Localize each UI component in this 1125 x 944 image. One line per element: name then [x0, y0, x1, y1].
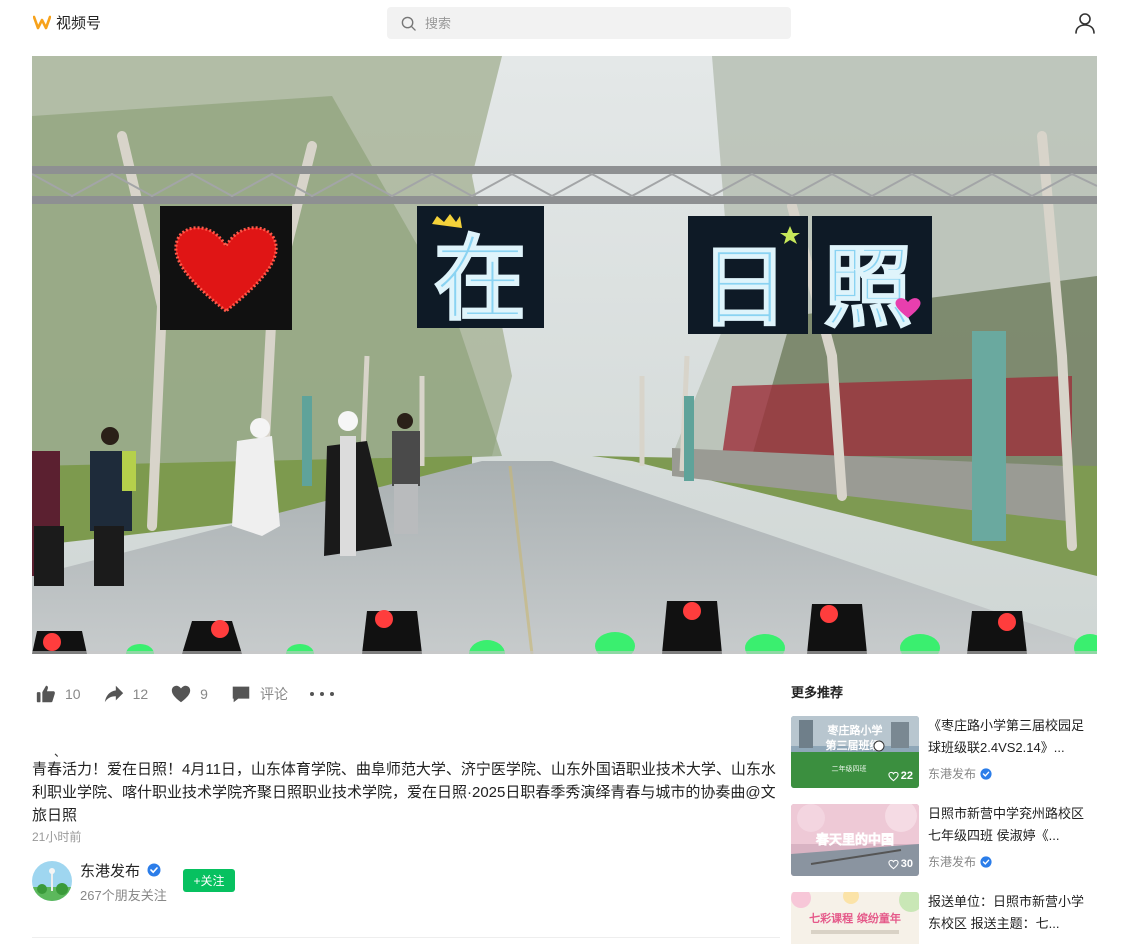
recommend-item-title: 《枣庄路小学第三届校园足球班级联2.4VS2.14》... [928, 718, 1085, 755]
search-icon [401, 16, 416, 31]
action-bar: 10 12 9 评论 [35, 680, 334, 708]
thumbs-up-icon [36, 685, 55, 703]
like-count: 10 [65, 686, 81, 702]
post-time: 21小时前 [32, 830, 82, 844]
recommend-item-title: 日照市新营中学兖州路校区七年级四班 侯淑婷《... [928, 806, 1085, 843]
thumbnail-caption: 二年级四班 [832, 764, 867, 773]
verified-badge-icon [980, 855, 992, 868]
heart-icon [171, 685, 191, 703]
recommend-thumbnail: 七彩课程 缤纷童年 [791, 892, 919, 944]
favorite-count: 9 [200, 686, 208, 702]
avatar[interactable] [32, 861, 72, 901]
thumbnail-text: 春天里的中国 [815, 832, 894, 848]
recommend-item[interactable]: 枣庄路小学 第三届班级 二年级四班 22 《枣庄路小学第三届校园足球班级联2.4… [791, 716, 1097, 788]
recommend-item-title: 报送单位：日照市新营小学东校区 报送主题：七... [928, 894, 1085, 931]
comment-button[interactable]: 评论 [230, 683, 288, 705]
recommend-item[interactable]: 春天里的中国 30 日照市新营中学兖州路校区七年级四班 侯淑婷《... 东港发布 [791, 804, 1097, 876]
recommend-item-author: 东港发布 [928, 765, 992, 782]
top-bar: 视频号 [0, 0, 1125, 46]
channels-logo-icon [33, 15, 51, 29]
dot-icon [329, 692, 334, 696]
thumbnail-like-count: 22 [900, 770, 913, 782]
video-progress-bar[interactable] [32, 651, 1097, 654]
recommend-author-name: 东港发布 [928, 855, 977, 869]
banner-char-1: 在 [434, 226, 526, 333]
user-profile-icon[interactable] [1073, 11, 1097, 35]
video-frame: 在 日 照 [32, 56, 1097, 654]
favorite-button[interactable]: 9 [170, 683, 208, 705]
share-button[interactable]: 12 [103, 683, 149, 705]
follow-button[interactable]: +关注 [183, 869, 235, 892]
recommend-author-name: 东港发布 [928, 767, 977, 781]
video-player[interactable]: 在 日 照 [32, 56, 1097, 654]
like-button[interactable]: 10 [35, 683, 81, 705]
thumbnail-text-2: 第三届班级 [826, 738, 882, 752]
share-arrow-icon [104, 685, 123, 703]
search-bar[interactable] [387, 7, 791, 39]
verified-badge-icon [147, 863, 161, 877]
heart-outline-icon [888, 771, 899, 781]
dot-icon [319, 692, 324, 696]
recommend-thumbnail: 枣庄路小学 第三届班级 二年级四班 22 [791, 716, 919, 788]
author-name[interactable]: 东港发布 [80, 860, 140, 881]
thumbnail-like-count: 30 [900, 858, 913, 870]
thumbnail-text: 枣庄路小学 [827, 723, 883, 737]
dot-icon [309, 692, 314, 696]
recommend-item[interactable]: 七彩课程 缤纷童年 报送单位：日照市新营小学东校区 报送主题：七... [791, 892, 1097, 944]
recommend-item-author: 东港发布 [928, 853, 992, 870]
recommend-title: 更多推荐 [791, 685, 844, 700]
comment-label: 评论 [259, 686, 288, 702]
comment-bubble-icon [232, 686, 250, 703]
thumbnail-like-badge: 30 [888, 858, 913, 870]
verified-badge-icon [980, 767, 992, 780]
thumbnail-like-badge: 22 [888, 770, 913, 782]
banner-char-3: 照 [824, 236, 912, 339]
banner-char-2: 日 [700, 236, 788, 339]
search-input[interactable] [425, 15, 765, 31]
thumbnail-image: 七彩课程 缤纷童年 [791, 892, 919, 944]
app-name: 视频号 [56, 15, 102, 32]
share-count: 12 [132, 686, 149, 702]
thumbnail-text: 七彩课程 缤纷童年 [809, 911, 901, 925]
heart-outline-icon [888, 859, 899, 869]
recommend-thumbnail: 春天里的中国 30 [791, 804, 919, 876]
avatar-image [32, 861, 72, 901]
content-divider [32, 937, 780, 938]
friend-followers: 267个朋友关注 [80, 888, 167, 903]
app-logo[interactable]: 视频号 [33, 12, 101, 33]
post-description: 青春活力！爱在日照！4月11日，山东体育学院、曲阜师范大学、济宁医学院、山东外国… [32, 761, 776, 824]
more-options-button[interactable] [309, 684, 334, 704]
